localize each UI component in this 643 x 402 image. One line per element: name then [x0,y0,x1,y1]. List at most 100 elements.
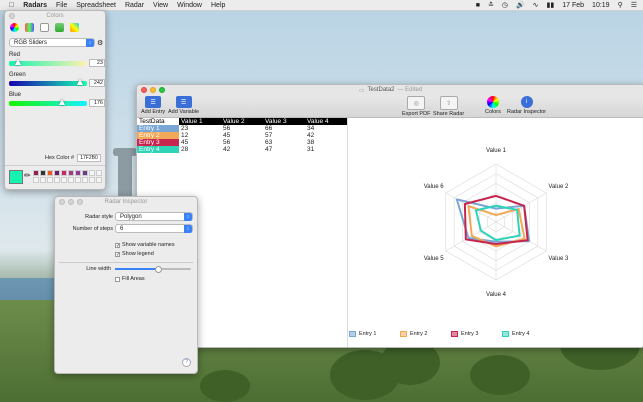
red-slider[interactable] [9,59,87,66]
color-swatch[interactable] [61,177,67,183]
steps-stepper[interactable]: 6 ↕ [115,224,193,233]
list-icon[interactable]: ☰ [631,1,637,9]
menu-view[interactable]: View [153,2,168,9]
color-swatch[interactable] [33,170,39,176]
color-swatch[interactable] [82,170,88,176]
line-width-knob[interactable] [155,266,162,273]
timemachine-icon[interactable]: ◷ [502,1,508,9]
gear-icon[interactable]: ⚙ [97,39,103,47]
header-cell[interactable]: Value 3 [263,118,305,125]
table-cell[interactable]: 42 [221,146,263,153]
color-swatch[interactable] [47,177,53,183]
radar-status-icon[interactable]: ■ [476,2,480,9]
table-cell[interactable]: 38 [305,139,347,146]
menu-help[interactable]: Help [211,2,225,9]
table-cell[interactable]: 45 [179,139,221,146]
add-entry-button[interactable]: ☰ Add Entry [141,96,165,115]
header-cell[interactable]: Value 2 [221,118,263,125]
close-button[interactable] [59,199,65,205]
table-cell[interactable]: 23 [179,125,221,132]
table-cell[interactable]: 57 [263,132,305,139]
menu-app[interactable]: Radars [23,2,47,9]
table-row[interactable]: Entry 3 45 56 63 38 [137,139,347,146]
color-swatch[interactable] [68,177,74,183]
table-cell[interactable]: 12 [179,132,221,139]
table-cell[interactable]: 28 [179,146,221,153]
table-cell[interactable]: 42 [305,132,347,139]
battery-icon[interactable]: ▮▮ [547,1,555,9]
wifi-icon[interactable]: ∿ [533,1,539,9]
table-cell[interactable]: 34 [305,125,347,132]
color-swatch[interactable] [54,177,60,183]
help-button[interactable]: ? [182,358,191,367]
red-knob[interactable] [15,59,22,65]
color-swatch[interactable] [40,177,46,183]
share-radar-button[interactable]: ⇧ Share Radar [433,96,464,117]
zoom-button[interactable] [77,199,83,205]
green-slider[interactable] [9,79,87,86]
table-cell[interactable]: 66 [263,125,305,132]
image-palette-icon[interactable] [55,23,64,32]
radar-inspector-button[interactable]: i Radar Inspector [507,96,546,115]
current-color-swatch[interactable] [9,170,23,184]
minimize-button[interactable] [68,199,74,205]
color-swatch[interactable] [96,170,102,176]
menu-time[interactable]: 10:19 [592,2,610,9]
menu-date[interactable]: 17 Feb [562,2,584,9]
color-mode-select[interactable]: RGB Sliders ↕ [9,38,95,47]
zoom-button[interactable] [159,87,165,93]
green-knob[interactable] [77,79,84,85]
entry-name-cell[interactable]: Entry 4 [137,146,179,153]
fill-areas-checkbox[interactable]: Fill Areas [115,276,145,282]
table-cell[interactable]: 47 [263,146,305,153]
volume-icon[interactable]: 🔊 [516,1,525,9]
header-cell[interactable]: Value 1 [179,118,221,125]
green-value[interactable]: 242 [89,79,105,87]
table-row[interactable]: Entry 2 12 45 57 42 [137,132,347,139]
color-swatch[interactable] [68,170,74,176]
apple-icon[interactable]:  [9,2,14,9]
header-cell[interactable]: TestData [137,118,179,125]
blue-knob[interactable] [58,99,65,105]
table-cell[interactable]: 56 [221,125,263,132]
palette-icon[interactable] [40,23,49,32]
red-value[interactable]: 23 [89,59,105,67]
search-icon[interactable]: ⚲ [618,1,623,9]
close-button[interactable] [9,13,15,19]
color-swatch[interactable] [33,177,39,183]
table-cell[interactable]: 45 [221,132,263,139]
sliders-icon[interactable] [25,23,34,32]
color-swatch[interactable] [75,177,81,183]
table-row[interactable]: Entry 4 28 42 47 31 [137,146,347,153]
menu-window[interactable]: Window [177,2,202,9]
hex-field[interactable]: 17F2B0 [77,154,101,162]
menu-spreadsheet[interactable]: Spreadsheet [76,2,116,9]
table-cell[interactable]: 63 [263,139,305,146]
entry-name-cell[interactable]: Entry 2 [137,132,179,139]
close-button[interactable] [141,87,147,93]
color-swatch[interactable] [89,170,95,176]
color-swatch[interactable] [61,170,67,176]
export-pdf-button[interactable]: ◎ Export PDF [402,96,430,117]
show-legend-checkbox[interactable]: ✓ Show legend [115,251,154,257]
radar-style-select[interactable]: Polygon ↕ [115,212,193,221]
eyedropper-icon[interactable]: ✏ [24,171,31,180]
entry-name-cell[interactable]: Entry 3 [137,139,179,146]
line-width-slider[interactable] [115,266,191,273]
table-cell[interactable]: 56 [221,139,263,146]
table-cell[interactable]: 31 [305,146,347,153]
blue-slider[interactable] [9,99,87,106]
color-swatch[interactable] [54,170,60,176]
bluetooth-icon[interactable]: ≛ [488,1,494,9]
color-swatch[interactable] [47,170,53,176]
menu-radar[interactable]: Radar [125,2,144,9]
color-swatch[interactable] [75,170,81,176]
menu-file[interactable]: File [56,2,67,9]
color-swatch[interactable] [96,177,102,183]
minimize-button[interactable] [150,87,156,93]
color-swatch[interactable] [40,170,46,176]
add-variable-button[interactable]: ☰ Add Variable [168,96,199,115]
entry-name-cell[interactable]: Entry 1 [137,125,179,132]
header-cell[interactable]: Value 4 [305,118,347,125]
show-names-checkbox[interactable]: ✓ Show variable names [115,242,175,248]
